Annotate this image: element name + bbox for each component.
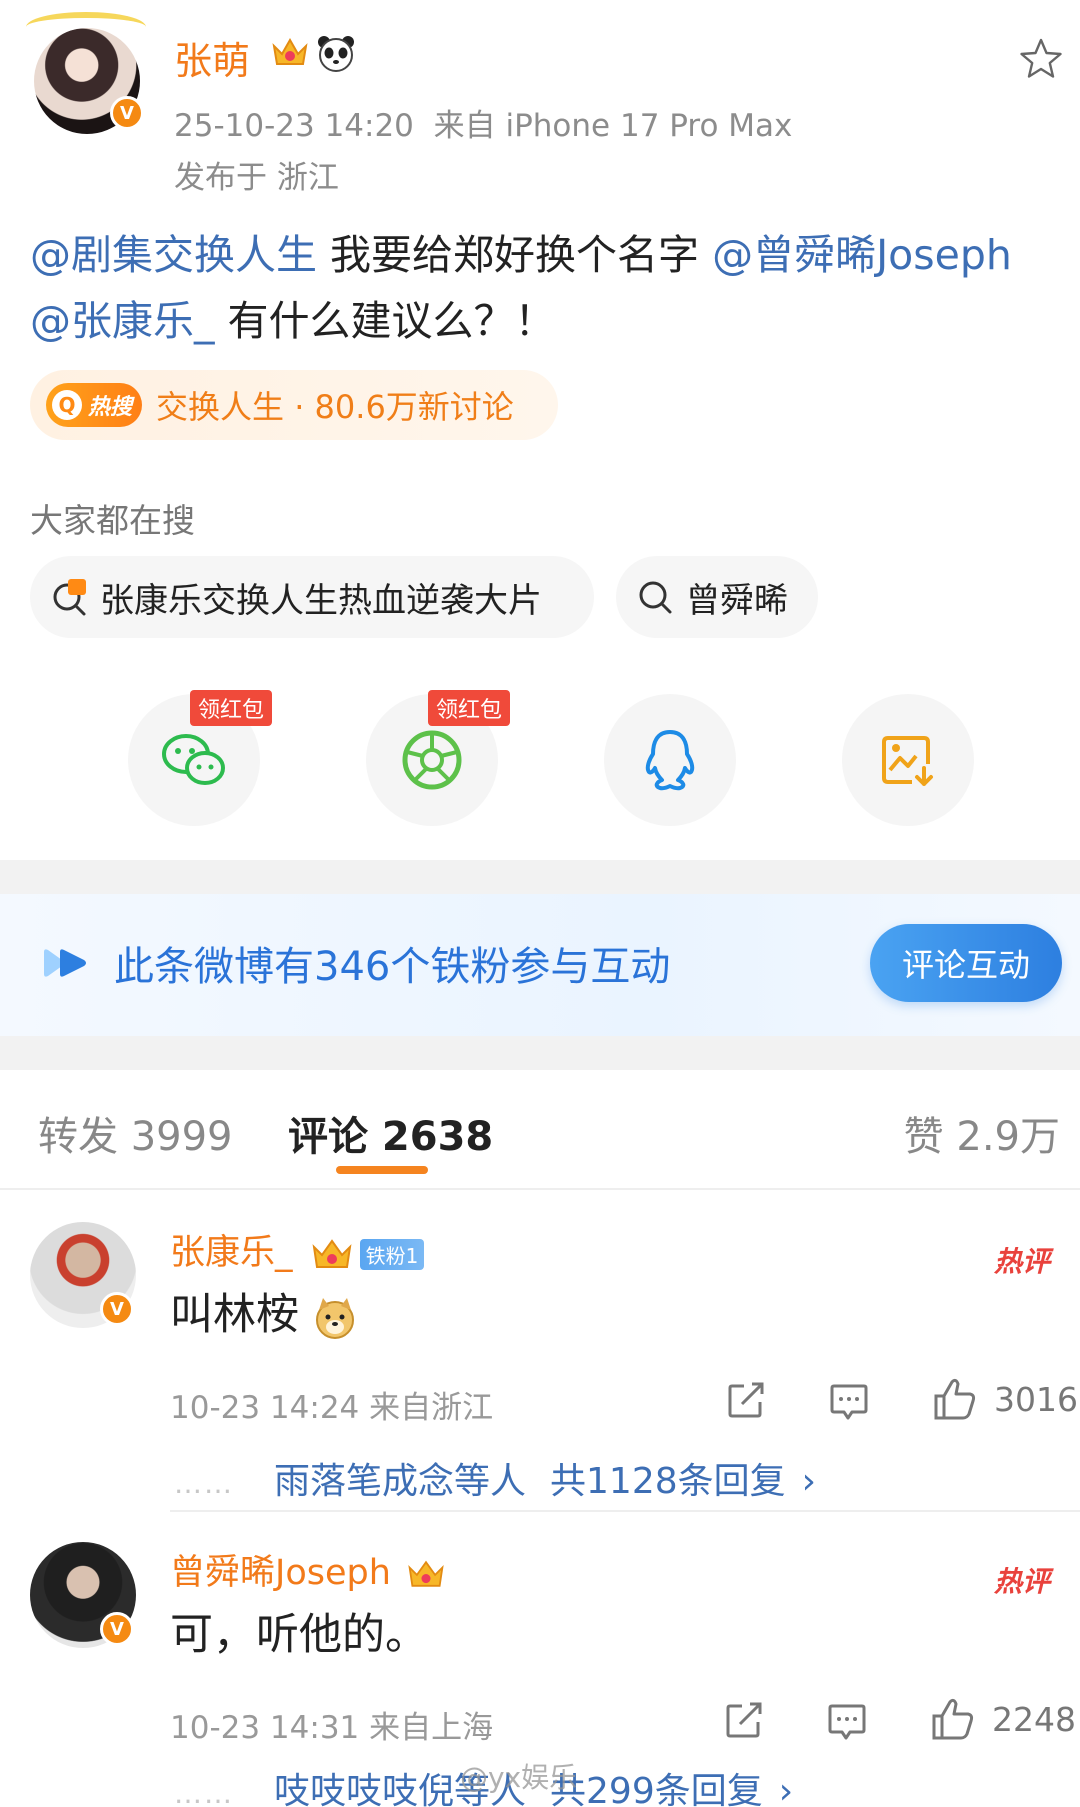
crown-icon <box>408 1560 444 1587</box>
reply-dots: …… <box>174 1777 234 1807</box>
hot-search-pill[interactable]: Q 热搜 交换人生 · 80.6万新讨论 <box>30 370 558 440</box>
post-time-source: 25-10-23 14:20 来自 iPhone 17 Pro Max <box>174 100 792 145</box>
hot-comment-tag: 热评 <box>994 1245 1051 1278</box>
related-search-chip-label: 曾舜晞 <box>686 580 788 621</box>
save-image-icon <box>882 736 933 786</box>
like-thumb-icon[interactable] <box>930 1696 976 1742</box>
fan-interaction-banner: 此条微博有346个铁粉参与互动 评论互动 <box>0 894 1080 1036</box>
verified-badge-icon: V <box>100 1292 134 1326</box>
reply-comment-icon[interactable] <box>828 1382 870 1422</box>
related-search-title: 大家都在搜 <box>30 501 195 540</box>
comment-text: 叫林桉 <box>170 1290 299 1340</box>
post-source: 来自 iPhone 17 Pro Max <box>433 108 793 144</box>
commenter-name[interactable]: 张康乐_ <box>170 1233 293 1273</box>
author-avatar[interactable]: V <box>26 12 146 134</box>
repost-icon[interactable] <box>726 1380 766 1420</box>
qq-icon <box>645 730 695 791</box>
moments-icon <box>402 730 462 790</box>
comment-text: 可，听他的。 <box>170 1610 428 1660</box>
commenter-name-row: 张康乐_ 铁粉1 <box>170 1224 425 1275</box>
crown-icon <box>272 37 308 65</box>
hot-search-badge-label: 热搜 <box>88 395 133 420</box>
share-moments-button[interactable]: 领红包 <box>366 690 511 826</box>
comment-location: 来自上海 <box>369 1710 494 1746</box>
hot-search-separator: · <box>294 388 305 426</box>
post-content: @剧集交换人生 我要给郑好换个名字 @曾舜晞Joseph @张康乐_ 有什么建议… <box>30 222 1050 354</box>
reply-count: 共1128条回复 <box>550 1461 786 1502</box>
comment-text-row: 叫林桉 <box>170 1280 357 1342</box>
reply-comment-icon[interactable] <box>826 1702 868 1742</box>
author-name[interactable]: 张萌 <box>174 30 250 85</box>
hot-search-discussion: 80.6万新讨论 <box>314 388 514 426</box>
post-timestamp: 25-10-23 14:20 <box>174 108 414 144</box>
favorite-star-icon[interactable] <box>1018 36 1064 82</box>
related-search-chip[interactable]: 张康乐交换人生热血逆袭大片 <box>30 556 594 638</box>
share-wechat-button[interactable]: 领红包 <box>128 690 273 826</box>
comment-meta: 10-23 14:24 来自浙江 <box>170 1382 493 1427</box>
comment-interact-button[interactable]: 评论互动 <box>870 924 1062 1002</box>
content-text: 我要给郑好换个名字 <box>317 231 713 279</box>
search-icon <box>639 581 672 614</box>
fan-interaction-text: 此条微博有346个铁粉参与互动 <box>114 944 671 990</box>
verified-badge-icon: V <box>100 1612 134 1646</box>
active-tab-indicator <box>336 1166 428 1174</box>
comment-time: 10-23 14:31 <box>170 1710 360 1746</box>
fan-play-icon <box>44 949 86 977</box>
reply-count: 共299条回复 <box>550 1771 763 1807</box>
post-location: 发布于 浙江 <box>174 160 339 196</box>
hot-search-icon <box>53 579 86 616</box>
comment-item: V 张康乐_ 铁粉1 叫林桉 热评 10-23 14:24 来自浙江 3016 … <box>0 1190 1080 1510</box>
mention-link[interactable]: @张康乐_ <box>30 297 215 345</box>
like-count: 3016 <box>994 1380 1078 1419</box>
red-packet-tag: 领红包 <box>190 690 273 726</box>
comment-location: 来自浙江 <box>369 1390 494 1426</box>
weibo-post: V 张萌 25-10-23 14:20 来自 iPhone 17 Pro Max… <box>0 0 1080 860</box>
tab-repost[interactable]: 转发 3999 <box>38 1104 233 1162</box>
doge-emoji-icon <box>315 1297 354 1339</box>
reply-dots: …… <box>174 1467 234 1500</box>
verified-badge-icon: V <box>110 96 144 130</box>
post-tabs: 转发 3999 评论 2638 赞 2.9万 <box>0 1070 1080 1190</box>
commenter-name[interactable]: 曾舜晞Joseph <box>170 1553 391 1593</box>
content-text: 有什么建议么？！ <box>214 297 556 345</box>
chevron-right-icon: › <box>801 1461 817 1502</box>
hot-search-text: 交换人生 · 80.6万新讨论 <box>156 382 514 428</box>
view-replies-link[interactable]: …… 雨落笔成念等人 共1128条回复 › <box>174 1452 816 1504</box>
hot-comment-tag: 热评 <box>994 1565 1051 1598</box>
tab-like[interactable]: 赞 2.9万 <box>904 1104 1060 1162</box>
section-gap <box>0 860 1080 894</box>
repost-icon[interactable] <box>724 1700 764 1740</box>
wechat-icon <box>162 734 225 785</box>
avatar-halo-decoration <box>26 12 146 42</box>
iron-fan-badge: 铁粉1 <box>359 1238 425 1270</box>
like-count: 2248 <box>992 1700 1076 1739</box>
related-search-chip-label: 张康乐交换人生热血逆袭大片 <box>100 580 542 621</box>
comment-time: 10-23 14:24 <box>170 1390 360 1426</box>
related-search-chip[interactable]: 曾舜晞 <box>616 556 818 638</box>
chevron-right-icon: › <box>778 1771 794 1807</box>
share-qq-button[interactable] <box>604 694 736 826</box>
red-packet-tag: 领红包 <box>428 690 511 726</box>
mention-link[interactable]: @曾舜晞Joseph <box>712 231 1012 279</box>
like-thumb-icon[interactable] <box>932 1376 978 1422</box>
section-gap <box>0 1036 1080 1070</box>
save-image-button[interactable] <box>842 694 974 826</box>
tab-comment[interactable]: 评论 2638 <box>288 1104 493 1162</box>
panda-icon <box>318 36 354 72</box>
comment-meta: 10-23 14:31 来自上海 <box>170 1702 493 1747</box>
commenter-name-row: 曾舜晞Joseph <box>170 1544 446 1595</box>
mention-link[interactable]: @剧集交换人生 <box>30 231 317 279</box>
hot-search-badge: Q 热搜 <box>46 383 143 427</box>
search-icon: Q <box>52 390 82 420</box>
hot-search-topic: 交换人生 <box>156 388 285 426</box>
watermark: @yx娱乐 <box>460 1761 578 1794</box>
crown-icon <box>312 1239 352 1268</box>
reply-participants: 雨落笔成念等人 <box>274 1461 527 1502</box>
